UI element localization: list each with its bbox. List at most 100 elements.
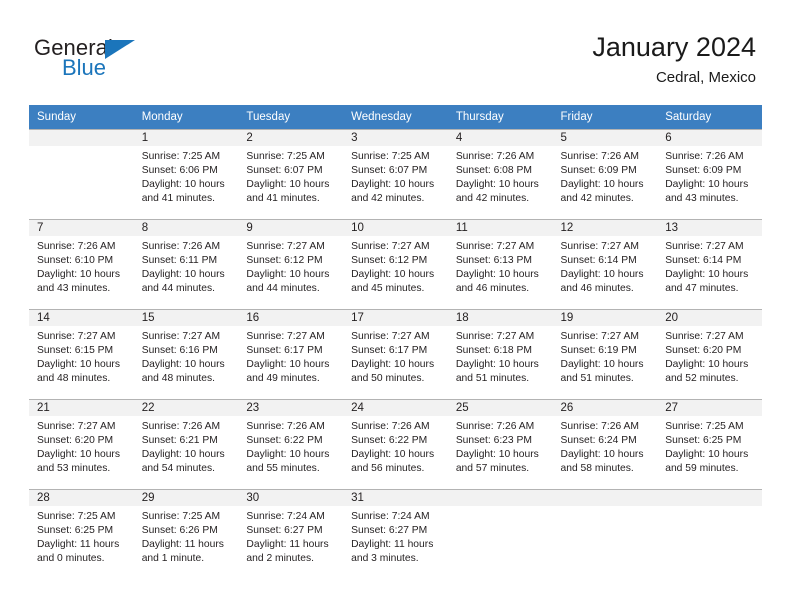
day-details: Sunrise: 7:24 AM Sunset: 6:27 PM Daylight:… xyxy=(343,506,448,566)
sunset-text: Sunset: 6:20 PM xyxy=(665,345,742,357)
logo-text-blue: Blue xyxy=(62,55,107,80)
weekday-header-tuesday: Tuesday xyxy=(238,105,344,129)
calendar-day-cell[interactable]: 24 Sunrise: 7:26 AM Sunset: 6:22 PM Dayligh… xyxy=(343,399,448,489)
sunset-text: Sunset: 6:21 PM xyxy=(141,435,218,447)
day-number: 8 xyxy=(133,219,239,236)
daylight-text: Daylight: 10 hours and 41 minutes. xyxy=(141,179,225,205)
day-details: Sunrise: 7:25 AM Sunset: 6:07 PM Daylight:… xyxy=(343,146,448,206)
calendar-day-cell[interactable]: 1 Sunrise: 7:25 AM Sunset: 6:06 PM Daylight… xyxy=(133,129,239,219)
calendar-day-cell[interactable]: 15 Sunrise: 7:27 AM Sunset: 6:16 PM Dayligh… xyxy=(133,309,239,399)
sunrise-text: Sunrise: 7:27 AM xyxy=(246,241,325,252)
day-details: Sunrise: 7:27 AM Sunset: 6:14 PM Daylight:… xyxy=(657,236,762,296)
sunset-text: Sunset: 6:27 PM xyxy=(351,525,428,537)
sunrise-text: Sunrise: 7:24 AM xyxy=(246,511,325,522)
sunset-text: Sunset: 6:16 PM xyxy=(141,345,218,357)
day-details: Sunrise: 7:27 AM Sunset: 6:12 PM Daylight:… xyxy=(238,236,343,296)
calendar-day-cell[interactable]: 6 Sunrise: 7:26 AM Sunset: 6:09 PM Daylight… xyxy=(657,129,762,219)
calendar-day-cell[interactable]: 13 Sunrise: 7:27 AM Sunset: 6:14 PM Dayligh… xyxy=(657,219,762,309)
calendar-week-row: 28 Sunrise: 7:25 AM Sunset: 6:25 PM Dayligh… xyxy=(29,489,762,579)
calendar-day-cell[interactable]: 22 Sunrise: 7:26 AM Sunset: 6:21 PM Dayligh… xyxy=(133,399,239,489)
calendar-day-cell[interactable]: 21 Sunrise: 7:27 AM Sunset: 6:20 PM Dayligh… xyxy=(29,399,134,489)
calendar-day-cell[interactable]: 29 Sunrise: 7:25 AM Sunset: 6:26 PM Dayligh… xyxy=(133,489,239,579)
day-number xyxy=(447,489,553,506)
sunrise-text: Sunrise: 7:27 AM xyxy=(351,331,430,342)
sunrise-text: Sunrise: 7:26 AM xyxy=(351,421,430,432)
page-header: General Blue January 2024 Cedral, Mexico xyxy=(0,0,792,105)
calendar-day-cell-empty xyxy=(29,129,134,219)
daylight-text: Daylight: 10 hours and 43 minutes. xyxy=(37,269,120,295)
day-number: 4 xyxy=(447,129,553,146)
calendar-day-cell[interactable]: 7 Sunrise: 7:26 AM Sunset: 6:10 PM Daylight… xyxy=(29,219,134,309)
day-number: 2 xyxy=(238,129,344,146)
calendar-day-cell[interactable]: 17 Sunrise: 7:27 AM Sunset: 6:17 PM Dayligh… xyxy=(343,309,448,399)
title-block: January 2024 Cedral, Mexico xyxy=(592,30,756,88)
calendar-day-cell[interactable]: 30 Sunrise: 7:24 AM Sunset: 6:27 PM Dayligh… xyxy=(238,489,344,579)
sunset-text: Sunset: 6:22 PM xyxy=(246,435,323,447)
day-number: 19 xyxy=(552,309,658,326)
sunset-text: Sunset: 6:19 PM xyxy=(560,345,637,357)
day-details: Sunrise: 7:26 AM Sunset: 6:24 PM Daylight:… xyxy=(553,416,658,476)
day-details: Sunrise: 7:26 AM Sunset: 6:21 PM Daylight:… xyxy=(134,416,239,476)
calendar-day-cell[interactable]: 26 Sunrise: 7:26 AM Sunset: 6:24 PM Dayligh… xyxy=(552,399,658,489)
daylight-text: Daylight: 11 hours and 1 minute. xyxy=(141,539,224,565)
calendar-day-cell[interactable]: 2 Sunrise: 7:25 AM Sunset: 6:07 PM Daylight… xyxy=(238,129,344,219)
day-number: 12 xyxy=(552,219,658,236)
calendar-day-cell[interactable]: 20 Sunrise: 7:27 AM Sunset: 6:20 PM Dayligh… xyxy=(657,309,762,399)
calendar-day-cell[interactable]: 4 Sunrise: 7:26 AM Sunset: 6:08 PM Daylight… xyxy=(447,129,553,219)
day-details: Sunrise: 7:25 AM Sunset: 6:07 PM Daylight:… xyxy=(238,146,343,206)
daylight-text: Daylight: 10 hours and 58 minutes. xyxy=(560,449,644,475)
daylight-text: Daylight: 10 hours and 48 minutes. xyxy=(141,359,225,385)
day-number: 17 xyxy=(343,309,448,326)
calendar-day-cell[interactable]: 8 Sunrise: 7:26 AM Sunset: 6:11 PM Daylight… xyxy=(133,219,239,309)
day-details: Sunrise: 7:26 AM Sunset: 6:08 PM Daylight:… xyxy=(448,146,553,206)
day-number: 22 xyxy=(133,399,239,416)
calendar-day-cell[interactable]: 9 Sunrise: 7:27 AM Sunset: 6:12 PM Daylight… xyxy=(238,219,344,309)
day-number: 31 xyxy=(343,489,448,506)
calendar-day-cell[interactable]: 31 Sunrise: 7:24 AM Sunset: 6:27 PM Dayligh… xyxy=(343,489,448,579)
calendar-grid: Sunday Monday Tuesday Wednesday Thursday… xyxy=(29,105,762,579)
day-details: Sunrise: 7:27 AM Sunset: 6:12 PM Daylight:… xyxy=(343,236,448,296)
day-number: 15 xyxy=(133,309,239,326)
calendar-day-cell[interactable]: 12 Sunrise: 7:27 AM Sunset: 6:14 PM Dayligh… xyxy=(552,219,658,309)
calendar-day-cell[interactable]: 11 Sunrise: 7:27 AM Sunset: 6:13 PM Dayligh… xyxy=(447,219,553,309)
calendar-day-cell[interactable]: 14 Sunrise: 7:27 AM Sunset: 6:15 PM Dayligh… xyxy=(29,309,134,399)
sunset-text: Sunset: 6:10 PM xyxy=(37,255,114,267)
calendar-day-cell-empty xyxy=(447,489,553,579)
sunrise-text: Sunrise: 7:27 AM xyxy=(455,331,535,342)
sunset-text: Sunset: 6:25 PM xyxy=(37,525,114,537)
day-details: Sunrise: 7:27 AM Sunset: 6:20 PM Daylight:… xyxy=(657,326,762,386)
calendar-day-cell[interactable]: 5 Sunrise: 7:26 AM Sunset: 6:09 PM Daylight… xyxy=(552,129,658,219)
calendar-day-cell[interactable]: 25 Sunrise: 7:26 AM Sunset: 6:23 PM Dayligh… xyxy=(447,399,553,489)
daylight-text: Daylight: 10 hours and 41 minutes. xyxy=(246,179,330,205)
calendar-day-cell[interactable]: 3 Sunrise: 7:25 AM Sunset: 6:07 PM Daylight… xyxy=(343,129,448,219)
day-details: Sunrise: 7:26 AM Sunset: 6:09 PM Daylight:… xyxy=(657,146,762,206)
sunset-text: Sunset: 6:22 PM xyxy=(351,435,428,447)
daylight-text: Daylight: 11 hours and 2 minutes. xyxy=(246,539,329,565)
daylight-text: Daylight: 10 hours and 49 minutes. xyxy=(246,359,330,385)
day-details: Sunrise: 7:27 AM Sunset: 6:15 PM Daylight:… xyxy=(29,326,134,386)
day-number: 25 xyxy=(447,399,553,416)
sunset-text: Sunset: 6:09 PM xyxy=(560,165,637,177)
calendar-day-cell[interactable]: 18 Sunrise: 7:27 AM Sunset: 6:18 PM Dayligh… xyxy=(447,309,553,399)
day-details: Sunrise: 7:25 AM Sunset: 6:06 PM Daylight:… xyxy=(134,146,239,206)
day-number: 18 xyxy=(447,309,553,326)
weekday-header-saturday: Saturday xyxy=(657,105,762,129)
calendar-day-cell[interactable]: 16 Sunrise: 7:27 AM Sunset: 6:17 PM Dayligh… xyxy=(238,309,344,399)
general-blue-logo[interactable]: General Blue xyxy=(34,36,164,84)
calendar-day-cell[interactable]: 27 Sunrise: 7:25 AM Sunset: 6:25 PM Dayligh… xyxy=(657,399,762,489)
daylight-text: Daylight: 10 hours and 52 minutes. xyxy=(665,359,749,385)
day-number: 20 xyxy=(657,309,762,326)
calendar-page: General Blue January 2024 Cedral, Mexico… xyxy=(0,0,792,612)
calendar-day-cell[interactable]: 10 Sunrise: 7:27 AM Sunset: 6:12 PM Dayligh… xyxy=(343,219,448,309)
calendar-day-cell[interactable]: 19 Sunrise: 7:27 AM Sunset: 6:19 PM Dayligh… xyxy=(552,309,658,399)
sunset-text: Sunset: 6:18 PM xyxy=(455,345,532,357)
daylight-text: Daylight: 10 hours and 44 minutes. xyxy=(246,269,330,295)
daylight-text: Daylight: 10 hours and 55 minutes. xyxy=(246,449,330,475)
calendar-day-cell[interactable]: 28 Sunrise: 7:25 AM Sunset: 6:25 PM Dayligh… xyxy=(29,489,134,579)
weekday-header-sunday: Sunday xyxy=(29,105,134,129)
calendar-day-cell-empty xyxy=(657,489,762,579)
calendar-day-cell[interactable]: 23 Sunrise: 7:26 AM Sunset: 6:22 PM Dayligh… xyxy=(238,399,344,489)
daylight-text: Daylight: 11 hours and 0 minutes. xyxy=(37,539,120,565)
page-title: January 2024 xyxy=(592,32,756,62)
sunset-text: Sunset: 6:14 PM xyxy=(560,255,637,267)
